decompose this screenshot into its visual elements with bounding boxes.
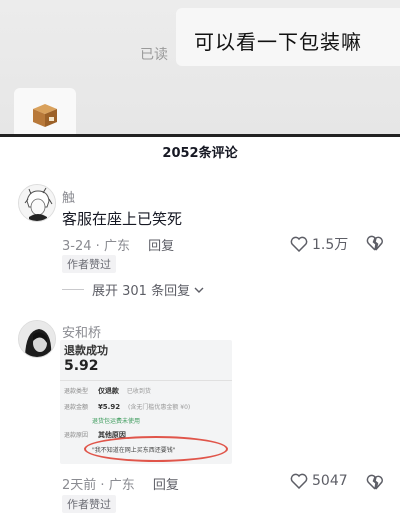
package-box-icon — [33, 104, 57, 127]
heart-icon — [290, 473, 308, 489]
chat-preview: 可以看一下包装嘛 已读 — [0, 0, 400, 136]
expand-replies-label: 展开 301 条回复 — [92, 284, 191, 299]
expand-divider-line — [62, 289, 84, 290]
reply-button[interactable]: 回复 — [153, 478, 179, 493]
heart-icon — [290, 236, 308, 252]
refund-reason-quote: "我不知道在网上买东西还要钱" — [92, 447, 176, 454]
refund-row: 退货包运费未使用 — [64, 416, 140, 425]
reply-button[interactable]: 回复 — [148, 239, 174, 254]
comment-date: 3-24 — [62, 239, 92, 254]
refund-row: 退款类型 仅退款 已收到货 — [64, 386, 151, 396]
refund-row-note: 已收到货 — [126, 388, 151, 395]
comment-location-separator: · — [95, 239, 100, 254]
refund-row-note: (含无门槛优惠金额 ¥0) — [128, 404, 191, 411]
refund-row-value: ¥5.92 — [97, 403, 121, 411]
avatar-illustration-icon — [19, 185, 55, 221]
avatar[interactable] — [18, 184, 56, 222]
broken-heart-icon[interactable] — [366, 235, 384, 251]
comment-text: 客服在座上已笑死 — [62, 210, 183, 228]
comment-location-separator: · — [100, 478, 105, 493]
like-count: 5047 — [312, 473, 348, 489]
refund-row-label: 退款原因 — [64, 432, 89, 439]
comment-date: 2天前 — [62, 478, 97, 493]
comment-location: 广东 — [108, 478, 135, 493]
like-button[interactable]: 5047 — [290, 473, 348, 489]
comment-meta: 3-24 · 广东 回复 — [62, 235, 174, 254]
comment-username[interactable]: 触 — [62, 187, 75, 206]
chevron-down-icon — [194, 287, 204, 293]
refund-row-label: 退款类型 — [64, 388, 89, 395]
comments-count-title: 2052条评论 — [162, 146, 238, 161]
comment-username[interactable]: 安和桥 — [62, 322, 101, 341]
refund-screenshot-image[interactable]: 退款成功 5.92 退款类型 仅退款 已收到货 退款金额 ¥5.92 (含无门槛… — [60, 340, 232, 464]
sent-message-text: 可以看一下包装嘛 — [194, 30, 362, 54]
comment-location: 广东 — [103, 239, 130, 254]
comment-meta: 2天前 · 广东 回复 — [62, 474, 179, 493]
avatar[interactable] — [18, 320, 56, 358]
refund-status-title: 退款成功 — [64, 344, 108, 357]
like-button[interactable]: 1.5万 — [290, 234, 348, 254]
broken-heart-icon[interactable] — [366, 474, 384, 490]
refund-amount: 5.92 — [64, 358, 99, 374]
refund-row-value: 仅退款 — [97, 387, 119, 395]
chat-divider — [0, 134, 400, 137]
author-liked-badge: 作者赞过 — [62, 255, 116, 273]
author-liked-badge: 作者赞过 — [62, 495, 116, 513]
refund-row-note: 退货包运费未使用 — [92, 418, 141, 425]
read-status: 已读 — [140, 47, 168, 63]
avatar-illustration-icon — [19, 321, 55, 357]
refund-row: 退款金额 ¥5.92 (含无门槛优惠金额 ¥0) — [64, 402, 190, 411]
like-count: 1.5万 — [312, 237, 349, 253]
refund-divider — [60, 380, 232, 381]
refund-row-label: 退款金额 — [64, 404, 89, 411]
expand-replies-button[interactable]: 展开 301 条回复 — [62, 280, 204, 299]
